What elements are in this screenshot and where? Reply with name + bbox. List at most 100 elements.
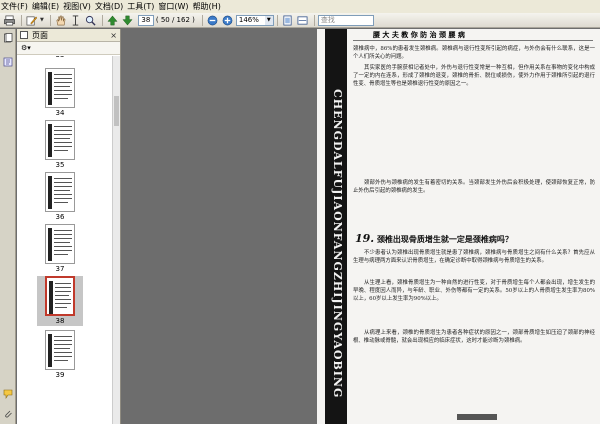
toolbar: ▼ 38 ( 50 / 162 ) 146% ▼ 查找 [0,13,600,28]
select-tool-button[interactable] [69,14,82,26]
zoom-in-icon [222,15,233,25]
toolbar-separator [276,14,278,26]
zoom-level-value: 146% [238,15,259,24]
menu-document-label: 文档(D) [94,2,124,11]
menu-bar: 文件(F) 编辑(E) 视图(V) 文档(D) 工具(T) 窗口(W) 帮助(H… [0,0,600,13]
zoom-out-button[interactable] [206,14,219,26]
menu-help[interactable]: 帮助(H) [193,0,221,13]
next-page-button[interactable] [121,14,134,26]
thumbnail-label: 37 [55,265,65,273]
pages-panel-icon[interactable] [3,33,13,43]
toolbar-separator [201,14,203,26]
search-input[interactable]: 查找 [317,14,374,26]
menu-window[interactable]: 窗口(W) [158,0,188,13]
thumbnail-label: 34 [55,109,65,117]
arrow-up-icon [107,15,118,25]
hand-tool-button[interactable] [54,14,67,26]
fit-width-button[interactable] [296,14,309,26]
body-paragraph: 颈部外伤与颈椎病的发生有着密切的关系。当颈部发生外伤后会积极处理，使颈部恢复正常… [353,180,595,195]
body-paragraph: 从病理上来看，颈椎的骨质增生为患者各种症状的原因之一，颈部骨质增生如压迫了颈部的… [353,330,595,345]
menu-edit-label: 编辑(E) [31,2,60,11]
body-paragraph: 其实家医的手腕获相记者处中，外伤与退行性变常是一种互相，但作用关系在事物的变化中… [353,65,595,88]
hand-icon [56,15,66,25]
section-title-text: 颈椎出现骨质增生就一定是颈椎病吗？ [376,234,513,244]
fit-width-icon [297,15,308,25]
thumbnail-image [45,276,75,316]
thumbnail-page[interactable]: 33 [37,56,83,60]
page-footer-mark [457,414,497,420]
sidebar-title: 页面 [32,30,48,40]
body-paragraph: 颈椎病中，86%的患者发生颈椎病。颈椎病与退行性变所引起的病症，与外伤会有什么联… [353,46,595,61]
thumbnail-page[interactable]: 36 [37,172,83,222]
body-paragraph: 不少患者认为颈椎出现骨质增生就是患了颈椎病，颈椎病与骨质增生之间有什么关系？首先… [353,250,595,265]
chevron-down-icon[interactable]: ▼ [40,17,44,23]
thumbnail-image [45,224,75,264]
bookmarks-panel-icon[interactable] [3,57,13,67]
menu-view-label: 视图(V) [63,2,91,11]
page-count-label: ( 50 / 162 ) [155,16,195,24]
thumbnail-list: 33 34 35 36 37 38 39 [17,56,113,424]
menu-tools[interactable]: 工具(T) [127,0,154,13]
thumbnail-image [45,172,75,212]
thumbnail-page[interactable]: 35 [37,120,83,170]
print-button[interactable] [3,14,16,26]
body-paragraph: 从生理上看，颈椎骨质增生为一种自然的进行性变，对于骨质增生每个人都会出现，增生发… [353,280,595,303]
menu-edit[interactable]: 编辑(E) [32,0,59,13]
zoom-out-icon [207,15,218,25]
thumbnail-image [45,120,75,160]
menu-view[interactable]: 视图(V) [63,0,91,13]
zoom-in-button[interactable] [221,14,234,26]
page-running-header: 腰 大 夫 教 你 防 治 颈 腰 病 [353,29,593,41]
menu-file[interactable]: 文件(F) [1,0,28,13]
prev-page-button[interactable] [106,14,119,26]
menu-window-label: 窗口(W) [158,2,189,11]
zoom-level-select[interactable]: 146% ▼ [235,14,274,26]
toolbar-separator [49,14,51,26]
vertical-banner-text: CHENGDALFUJIAONFANGZHIJINGYAOBING [331,89,344,399]
thumbnail-label: 35 [55,161,65,169]
menu-tools-label: 工具(T) [127,2,155,11]
close-icon[interactable]: × [110,31,117,40]
pencil-icon [26,15,37,25]
section-heading: 19. 颈椎出现骨质增生就一定是颈椎病吗？ [355,232,513,245]
attachment-icon[interactable] [3,409,13,419]
chevron-down-icon[interactable]: ▼ [264,15,273,25]
document-viewport[interactable]: CHENGDALFUJIAONFANGZHIJINGYAOBING 腰 大 夫 … [122,29,600,424]
thumbnail-label: 33 [37,56,83,60]
sidebar-scrollbar[interactable] [112,56,120,424]
fit-page-icon [283,15,292,25]
pages-sidebar: 页面 × ⚙▾ 33 34 35 36 37 38 39 [17,29,121,424]
scrollbar-thumb[interactable] [114,96,119,126]
zoom-tool-button[interactable] [84,14,97,26]
magnifier-icon [85,15,96,26]
edit-tools-button[interactable] [25,14,38,26]
printer-icon [4,15,15,25]
navigation-rail [0,29,16,424]
toolbar-separator [21,14,22,26]
thumbnail-label: 36 [55,213,65,221]
text-select-icon [72,14,79,26]
sidebar-options: ⚙▾ [17,42,120,55]
document-page: CHENGDALFUJIAONFANGZHIJINGYAOBING 腰 大 夫 … [317,29,600,424]
sidebar-header: 页面 × [17,29,120,42]
menu-file-label: 文件(F) [1,2,28,11]
thumbnail-label: 38 [55,317,65,325]
options-menu-button[interactable]: ⚙▾ [21,44,31,52]
arrow-down-icon [122,15,133,25]
pages-icon [20,31,28,39]
thumbnail-image [45,330,75,370]
thumbnail-page[interactable]: 34 [37,68,83,118]
fit-page-button[interactable] [281,14,294,26]
thumbnail-page[interactable]: 37 [37,224,83,274]
thumbnail-page-selected[interactable]: 38 [37,276,83,326]
thumbnail-image [45,68,75,108]
toolbar-separator [101,14,103,26]
page-number-input[interactable]: 38 [137,14,154,26]
section-number: 19. [355,232,375,245]
thumbnail-page[interactable]: 39 [37,330,83,380]
thumbnail-label: 39 [55,371,65,379]
menu-document[interactable]: 文档(D) [95,0,123,13]
toolbar-separator [313,14,315,26]
comments-panel-icon[interactable] [3,389,13,399]
menu-help-label: 帮助(H) [192,2,221,11]
